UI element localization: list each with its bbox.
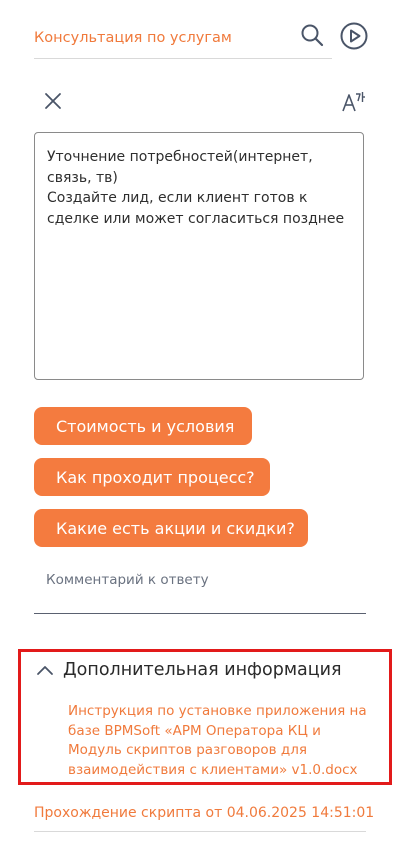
run-script-button[interactable]: [339, 21, 369, 51]
script-title: Консультация по услугам: [34, 30, 232, 46]
comment-placeholder: Комментарий к ответу: [46, 572, 209, 588]
close-icon: [45, 93, 61, 109]
script-run-timestamp: Прохождение скрипта от 04.06.2025 14:51:…: [34, 805, 375, 821]
script-title-field[interactable]: Консультация по услугам: [34, 18, 332, 59]
search-icon: [301, 24, 324, 47]
script-line: Создайте лид, если клиент готов к сделке…: [47, 190, 345, 227]
answer-button-cost[interactable]: Стоимость и условия: [34, 407, 252, 445]
script-line: Уточнение потребностей(интернет, связь, …: [47, 149, 313, 186]
font-size-icon: [342, 92, 365, 112]
play-circle-icon: [340, 22, 368, 50]
answer-button-promos[interactable]: Какие есть акции и скидки?: [34, 509, 308, 547]
answer-button-process[interactable]: Как проходит процесс?: [34, 458, 270, 496]
chevron-up-icon: [37, 666, 53, 675]
font-size-button[interactable]: [340, 89, 366, 115]
additional-info-toggle[interactable]: Дополнительная информация: [36, 660, 342, 680]
script-run-field[interactable]: Прохождение скрипта от 04.06.2025 14:51:…: [34, 795, 374, 832]
instruction-document-link[interactable]: Инструкция по установке приложения на ба…: [68, 702, 378, 780]
answer-comment-field[interactable]: Комментарий к ответу: [34, 560, 366, 614]
additional-info-panel: Дополнительная информация Инструкция по …: [18, 649, 392, 785]
script-text-area[interactable]: Уточнение потребностей(интернет, связь, …: [34, 132, 364, 380]
additional-info-title: Дополнительная информация: [63, 660, 342, 680]
close-button[interactable]: [42, 90, 64, 112]
search-button[interactable]: [299, 22, 325, 48]
